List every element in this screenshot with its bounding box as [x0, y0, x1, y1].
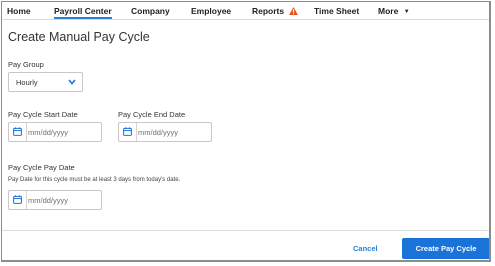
- nav-reports[interactable]: Reports: [252, 6, 298, 16]
- nav-time-sheet[interactable]: Time Sheet: [314, 6, 359, 16]
- start-date-calendar-button[interactable]: [9, 123, 27, 141]
- calendar-icon: [13, 127, 22, 136]
- end-date-input[interactable]: [138, 125, 208, 139]
- pay-group-label: Pay Group: [8, 60, 44, 69]
- nav-company[interactable]: Company: [131, 6, 170, 16]
- chevron-down-icon: [68, 79, 76, 85]
- start-date-field: [8, 122, 102, 142]
- pay-group-select[interactable]: Hourly: [8, 72, 83, 92]
- pay-date-field: [8, 190, 102, 210]
- start-date-input[interactable]: [28, 125, 98, 139]
- footer-divider: [2, 230, 489, 231]
- end-date-calendar-button[interactable]: [119, 123, 137, 141]
- nav-employee-label: Employee: [191, 6, 232, 16]
- pay-date-label: Pay Cycle Pay Date: [8, 163, 75, 172]
- warning-icon: [288, 7, 298, 15]
- pay-date-calendar-button[interactable]: [9, 191, 27, 209]
- page-title: Create Manual Pay Cycle: [8, 30, 150, 44]
- active-tab-indicator: [54, 17, 112, 19]
- nav-time-sheet-label: Time Sheet: [314, 6, 360, 16]
- nav-payroll-center-label: Payroll Center: [54, 6, 112, 16]
- nav-employee[interactable]: Employee: [191, 6, 231, 16]
- end-date-label: Pay Cycle End Date: [118, 110, 186, 119]
- nav-payroll-center[interactable]: Payroll Center: [54, 6, 112, 19]
- app-window: Home Payroll Center Company Employee Rep…: [1, 1, 491, 262]
- pay-date-input[interactable]: [28, 193, 98, 207]
- caret-down-icon: ▼: [403, 9, 410, 15]
- nav-reports-label: Reports: [252, 6, 285, 16]
- pay-group-value: Hourly: [16, 78, 38, 87]
- nav-more[interactable]: More ▼: [378, 6, 410, 16]
- pay-date-help-text: Pay Date for this cycle must be at least…: [8, 177, 181, 183]
- nav-more-label: More: [378, 6, 399, 16]
- nav-company-label: Company: [131, 6, 170, 16]
- calendar-icon: [123, 127, 132, 136]
- end-date-field: [118, 122, 212, 142]
- start-date-label: Pay Cycle Start Date: [8, 110, 78, 119]
- top-navigation: Home Payroll Center Company Employee Rep…: [2, 2, 489, 20]
- cancel-button[interactable]: Cancel: [353, 244, 378, 253]
- nav-home[interactable]: Home: [7, 6, 31, 16]
- calendar-icon: [13, 195, 22, 204]
- create-pay-cycle-button[interactable]: Create Pay Cycle: [402, 238, 489, 259]
- nav-home-label: Home: [7, 6, 31, 16]
